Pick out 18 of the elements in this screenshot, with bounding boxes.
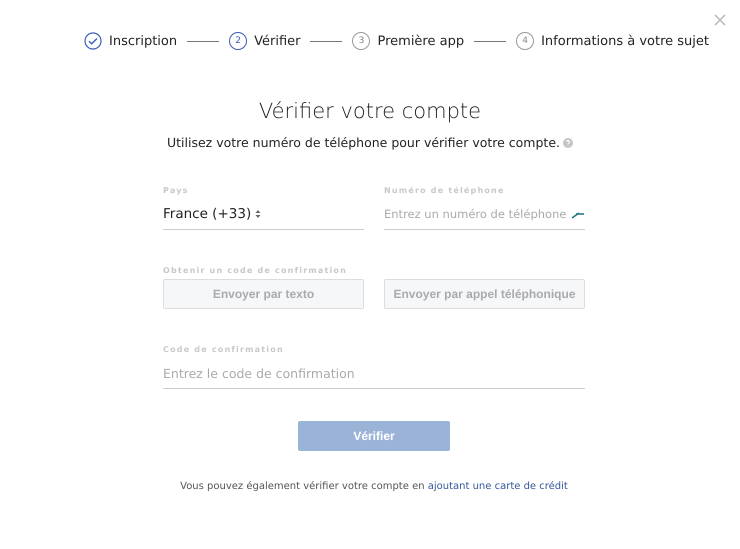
footer-text: Vous pouvez également vérifier votre compte en ajoutant une carte de crédit: [179, 481, 569, 492]
code-input-field[interactable]: Entrez le code de confirmation: [163, 358, 585, 389]
step-label[interactable]: Première app: [377, 34, 464, 48]
phone-input-field[interactable]: Entrez un numéro de téléphone: [384, 199, 585, 230]
step-number: 4: [516, 32, 534, 50]
page-title: Vérifier votre compte: [258, 98, 482, 125]
credit-card-link[interactable]: ajoutant une carte de crédit: [428, 481, 568, 492]
sort-arrows-icon: [255, 209, 262, 219]
close-icon[interactable]: [714, 14, 726, 26]
step-label[interactable]: Vérifier: [254, 34, 300, 48]
step-label[interactable]: Inscription: [109, 34, 178, 48]
step-label[interactable]: Informations à votre sujet: [541, 34, 710, 48]
step-number: 2: [229, 32, 248, 50]
step-number: 3: [352, 32, 370, 50]
subtitle: Utilisez votre numéro de téléphone pour vérifier votre compte.: [167, 135, 560, 150]
cursor-icon: [571, 211, 585, 219]
help-icon[interactable]: [563, 138, 573, 148]
country-select[interactable]: France (+33): [163, 199, 364, 230]
